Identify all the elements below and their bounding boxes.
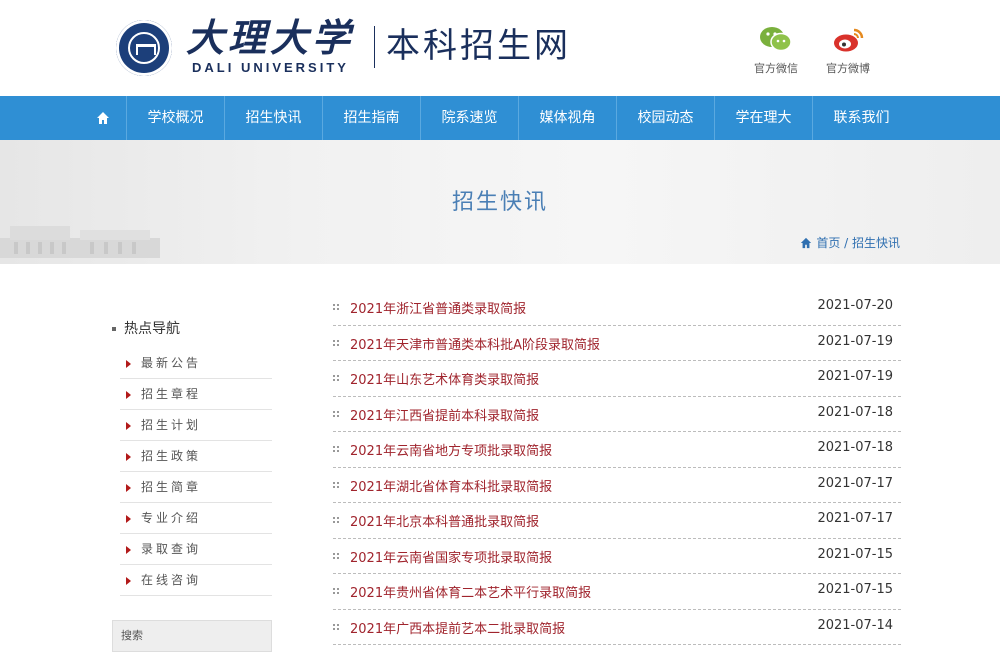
- sidebar-item-result-query[interactable]: 录取查询: [120, 534, 272, 565]
- nav-admission-news[interactable]: 招生快讯: [224, 96, 322, 140]
- bullet-dots-icon: [333, 339, 339, 346]
- sidebar-item-latest-notice[interactable]: 最新公告: [120, 348, 272, 379]
- news-list: 2021年浙江省普通类录取简报 2021-07-20 2021年天津市普通类本科批…: [333, 290, 901, 645]
- nav-media[interactable]: 媒体视角: [518, 96, 616, 140]
- campus-building-image: [0, 226, 160, 258]
- sidebar-item-majors[interactable]: 专业介绍: [120, 503, 272, 534]
- news-date: 2021-07-15: [817, 546, 893, 562]
- news-title[interactable]: 2021年湖北省体育本科批录取简报: [350, 476, 552, 495]
- triangle-bullet-icon: [126, 421, 131, 430]
- bullet-dots-icon: [333, 375, 339, 381]
- breadcrumb[interactable]: 首页 / 招生快讯: [800, 234, 900, 251]
- news-date: 2021-07-19: [817, 369, 893, 384]
- news-date: 2021-07-17: [817, 475, 893, 491]
- triangle-bullet-icon: [126, 390, 131, 399]
- news-date: 2021-07-17: [817, 511, 893, 526]
- news-title[interactable]: 2021年山东艺术体育类录取简报: [350, 369, 539, 388]
- sidebar-nav: 最新公告 招生章程 招生计划 招生政策 招生简章 专业介绍 录取查询 在线咨询: [120, 348, 272, 596]
- news-date: 2021-07-18: [817, 404, 893, 420]
- bullet-dots-icon: [333, 623, 339, 630]
- news-title[interactable]: 2021年云南省地方专项批录取简报: [350, 440, 552, 459]
- triangle-bullet-icon: [126, 452, 131, 461]
- news-title[interactable]: 2021年北京本科普通批录取简报: [350, 511, 539, 530]
- news-title[interactable]: 2021年浙江省普通类录取简报: [350, 298, 526, 317]
- search-input[interactable]: 搜索: [112, 620, 272, 652]
- news-item[interactable]: 2021年江西省提前本科录取简报 2021-07-18: [333, 397, 901, 432]
- news-title[interactable]: 2021年江西省提前本科录取简报: [350, 405, 539, 424]
- news-date: 2021-07-18: [817, 440, 893, 455]
- sidebar-item-plan[interactable]: 招生计划: [120, 410, 272, 441]
- weibo-icon: [834, 28, 864, 52]
- wechat-icon: [760, 27, 792, 52]
- bullet-dots-icon: [333, 588, 339, 594]
- sidebar-item-policy[interactable]: 招生政策: [120, 441, 272, 472]
- bullet-dots-icon: [333, 517, 339, 523]
- news-item[interactable]: 2021年云南省地方专项批录取简报 2021-07-18: [333, 432, 901, 468]
- news-item[interactable]: 2021年山东艺术体育类录取简报 2021-07-19: [333, 361, 901, 397]
- news-item[interactable]: 2021年浙江省普通类录取简报 2021-07-20: [333, 290, 901, 326]
- triangle-bullet-icon: [126, 514, 131, 523]
- breadcrumb-text[interactable]: 首页 / 招生快讯: [816, 236, 900, 250]
- wechat-link[interactable]: 官方微信: [746, 24, 806, 76]
- university-emblem-logo[interactable]: [116, 20, 172, 76]
- main-nav: 学校概况 招生快讯 招生指南 院系速览 媒体视角 校园动态 学在理大 联系我们: [0, 96, 1000, 140]
- news-title[interactable]: 2021年天津市普通类本科批A阶段录取简报: [350, 334, 600, 353]
- news-title[interactable]: 2021年云南省国家专项批录取简报: [350, 547, 552, 566]
- sidebar-title: 热点导航: [112, 318, 180, 338]
- triangle-bullet-icon: [126, 359, 131, 368]
- news-title[interactable]: 2021年贵州省体育二本艺术平行录取简报: [350, 582, 591, 601]
- page-banner: 招生快讯 首页 / 招生快讯: [0, 140, 1000, 264]
- news-date: 2021-07-20: [817, 298, 893, 313]
- breadcrumb-home-icon: [801, 237, 812, 248]
- bullet-dots-icon: [333, 446, 339, 452]
- bullet-dots-icon: [333, 552, 339, 559]
- home-icon: [97, 112, 109, 124]
- sidebar-item-brochure[interactable]: 招生简章: [120, 472, 272, 503]
- page-title: 招生快讯: [451, 190, 548, 215]
- nav-school-overview[interactable]: 学校概况: [126, 96, 224, 140]
- nav-contact[interactable]: 联系我们: [812, 96, 910, 140]
- nav-study[interactable]: 学在理大: [714, 96, 812, 140]
- triangle-bullet-icon: [126, 545, 131, 554]
- news-date: 2021-07-15: [817, 582, 893, 597]
- triangle-bullet-icon: [126, 483, 131, 492]
- bullet-dots-icon: [333, 304, 339, 310]
- nav-admission-guide[interactable]: 招生指南: [322, 96, 420, 140]
- triangle-bullet-icon: [126, 576, 131, 585]
- news-item[interactable]: 2021年广西本提前艺本二批录取简报 2021-07-14: [333, 610, 901, 645]
- nav-home[interactable]: [80, 96, 126, 140]
- news-title[interactable]: 2021年广西本提前艺本二批录取简报: [350, 618, 565, 637]
- bullet-dots-icon: [333, 410, 339, 417]
- university-name-en: DALI UNIVERSITY: [192, 60, 349, 75]
- nav-campus-news[interactable]: 校园动态: [616, 96, 714, 140]
- weibo-label: 官方微博: [826, 62, 870, 75]
- news-item[interactable]: 2021年天津市普通类本科批A阶段录取简报 2021-07-19: [333, 326, 901, 361]
- news-item[interactable]: 2021年贵州省体育二本艺术平行录取简报 2021-07-15: [333, 574, 901, 610]
- news-item[interactable]: 2021年湖北省体育本科批录取简报 2021-07-17: [333, 468, 901, 503]
- news-item[interactable]: 2021年北京本科普通批录取简报 2021-07-17: [333, 503, 901, 539]
- news-date: 2021-07-14: [817, 617, 893, 633]
- logo-divider: [374, 26, 375, 68]
- site-header: 大理大学 DALI UNIVERSITY 本科招生网 官方微信 官方微博: [0, 0, 1000, 96]
- news-item[interactable]: 2021年云南省国家专项批录取简报 2021-07-15: [333, 539, 901, 574]
- wechat-label: 官方微信: [754, 62, 798, 75]
- site-name: 本科招生网: [386, 26, 571, 66]
- bullet-dots-icon: [333, 481, 339, 488]
- nav-departments[interactable]: 院系速览: [420, 96, 518, 140]
- sidebar-item-charter[interactable]: 招生章程: [120, 379, 272, 410]
- weibo-link[interactable]: 官方微博: [818, 24, 878, 76]
- news-date: 2021-07-19: [817, 333, 893, 349]
- sidebar-item-online-consult[interactable]: 在线咨询: [120, 565, 272, 596]
- university-name-cn[interactable]: 大理大学: [186, 16, 354, 60]
